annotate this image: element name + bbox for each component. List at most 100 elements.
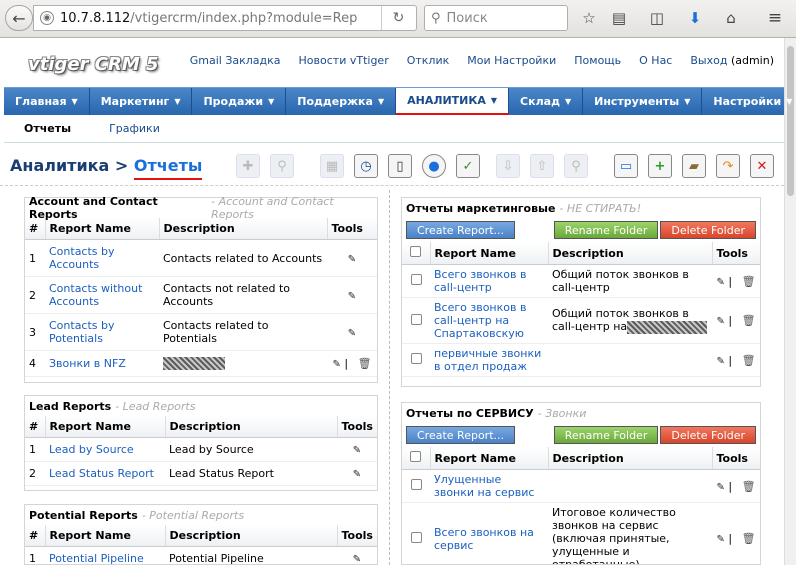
search-icon[interactable]: ⚲ [270,154,294,178]
report-link[interactable]: Всего звонков в call-центр на Спартаковс… [430,297,548,344]
select-all-checkbox[interactable] [410,451,422,462]
top-link-settings[interactable]: Мои Настройки [467,54,556,67]
app-logo: vtiger CRM 5 [28,54,159,75]
download-icon[interactable]: ⬇ [684,7,706,29]
find-duplicates-icon[interactable]: ⚲ [564,154,588,178]
report-link[interactable]: Улущенные звонки на сервис [430,469,548,503]
column-divider [389,190,390,565]
report-desc: Contacts related to Potentials [159,313,327,351]
nav-label: Маркетинг [100,95,170,108]
calculator-icon[interactable]: ▯ [388,154,412,178]
nav-item-settings[interactable]: Настройки ▼ [702,88,796,115]
trash-icon[interactable]: 🗑 [742,354,756,367]
move-report-icon[interactable]: ↷ [716,154,740,178]
report-link[interactable]: Всего звонков на сервис [430,502,548,564]
bookmark-star-icon[interactable]: ☆ [578,7,600,29]
url-bar[interactable]: ◉ 10.7.8.112/vtigercrm/index.php?module=… [33,5,417,31]
monitor-icon[interactable]: ▭ [614,154,638,178]
subnav-reports[interactable]: Отчеты [24,122,71,135]
nav-item-inventory[interactable]: Склад ▼ [509,88,584,115]
report-link[interactable]: Potential Pipeline [45,546,165,564]
export-icon[interactable]: ⇧ [530,154,554,178]
trash-icon[interactable]: 🗑 [742,275,756,288]
breadcrumb-module[interactable]: Аналитика > [10,156,128,175]
folder-subtitle: - Lead Reports [115,399,196,413]
add-icon[interactable]: ✚ [236,154,260,178]
edit-icon[interactable]: ✎ [353,554,361,564]
add-report-icon[interactable]: + [648,154,672,178]
select-all-checkbox[interactable] [410,246,422,257]
calendar-icon[interactable]: ▦ [320,154,344,178]
clipboard-icon[interactable]: ✓ [456,154,480,178]
url-domain: 10.7.8.112 [60,10,131,26]
table-row: Улущенные звонки на сервис ✎ | 🗑 [402,469,760,503]
report-desc: Potential Pipeline [165,546,337,564]
row-checkbox[interactable] [410,531,422,543]
delete-folder-button[interactable]: Delete Folder [660,426,756,444]
reading-list-icon[interactable]: ▤ [608,7,630,29]
folder-add-icon[interactable]: ▰ [682,154,706,178]
row-num: 1 [25,239,45,277]
import-icon[interactable]: ⇩ [496,154,520,178]
back-button[interactable]: ← [5,5,33,31]
delete-folder-button[interactable]: Delete Folder [660,221,756,239]
row-checkbox[interactable] [410,353,422,364]
row-checkbox[interactable] [410,274,422,285]
trash-icon[interactable]: 🗑 [742,480,756,493]
create-report-button[interactable]: Create Report... [406,221,516,239]
report-link[interactable]: Звонки в NFZ [45,350,159,377]
nav-item-analytics[interactable]: АНАЛИТИКА ▼ [396,88,510,115]
top-link-about[interactable]: О Нас [639,54,672,67]
page-scrollbar[interactable] [784,38,796,565]
edit-icon[interactable]: ✎ [716,277,724,288]
report-link[interactable]: первичные звонки в отдел продаж [430,343,548,377]
reports-table: # Report Name Description Tools 1 Contact… [25,218,377,377]
browser-search-input[interactable]: ⚲ Поиск [424,5,568,31]
nav-item-support[interactable]: Поддержка ▼ [286,88,397,115]
rename-folder-button[interactable]: Rename Folder [553,426,659,444]
menu-icon[interactable]: ≡ [764,7,786,29]
scrollbar-thumb[interactable] [787,46,794,196]
home-icon[interactable]: ⌂ [720,7,742,29]
edit-icon[interactable]: ✎ [716,316,724,327]
row-checkbox[interactable] [410,313,422,325]
edit-icon[interactable]: ✎ [716,356,724,367]
trash-icon[interactable]: 🗑 [742,314,756,327]
row-checkbox[interactable] [410,479,422,490]
edit-icon[interactable]: ✎ [348,291,356,302]
pocket-icon[interactable]: ◫ [646,7,668,29]
nav-item-tools[interactable]: Инструменты ▼ [583,88,703,115]
nav-item-marketing[interactable]: Маркетинг ▼ [90,88,193,115]
report-link[interactable]: Lead by Source [45,437,165,462]
edit-icon[interactable]: ✎ [716,482,724,493]
edit-icon[interactable]: ✎ [716,534,724,545]
edit-icon[interactable]: ✎ [348,328,356,339]
report-link[interactable]: Lead Status Report [45,461,165,486]
delete-icon[interactable]: ✕ [750,154,774,178]
table-row: 4 Звонки в NFZ ✎ | 🗑 [25,350,377,377]
report-link[interactable]: Contacts by Accounts [45,239,159,277]
report-link[interactable]: Всего звонков в call-центр [430,264,548,298]
edit-icon[interactable]: ✎ [348,254,356,265]
chat-icon[interactable]: ● [422,154,446,178]
reload-button[interactable]: ↻ [381,6,415,30]
top-link-logout[interactable]: Выход (admin) [690,54,774,67]
edit-icon[interactable]: ✎ [332,359,340,370]
nav-item-sales[interactable]: Продажи ▼ [192,88,287,115]
report-link[interactable]: Contacts by Potentials [45,313,159,351]
top-link-gmail[interactable]: Gmail Закладка [190,54,281,67]
trash-icon[interactable]: 🗑 [742,532,756,545]
subnav-charts[interactable]: Графики [109,122,160,135]
rename-folder-button[interactable]: Rename Folder [553,221,659,239]
report-link[interactable]: Contacts without Accounts [45,276,159,314]
clock-icon[interactable]: ◷ [354,154,378,178]
trash-icon[interactable]: 🗑 [358,357,372,370]
table-row: 3 Contacts by Potentials Contacts related … [25,313,377,351]
top-link-news[interactable]: Новости vTtiger [299,54,389,67]
top-link-help[interactable]: Помощь [574,54,621,67]
create-report-button[interactable]: Create Report... [406,426,516,444]
top-link-feedback[interactable]: Отклик [407,54,450,67]
edit-icon[interactable]: ✎ [353,445,361,456]
nav-item-home[interactable]: Главная ▼ [4,88,90,115]
edit-icon[interactable]: ✎ [353,469,361,480]
